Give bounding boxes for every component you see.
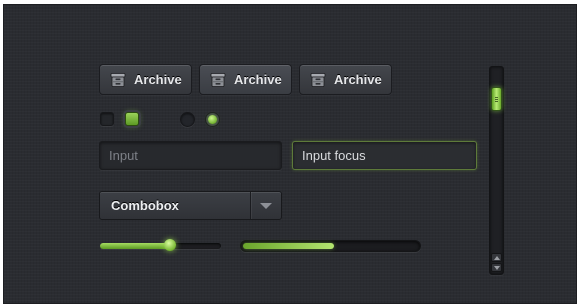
slider[interactable] xyxy=(100,239,221,251)
scrollbar-thumb[interactable] xyxy=(491,86,502,111)
archive-icon xyxy=(110,72,126,87)
ui-kit-panel: Archive Archive Archive Input Input focu… xyxy=(3,4,577,304)
combobox-value: Combobox xyxy=(111,198,179,213)
radio-unselected[interactable] xyxy=(180,112,195,127)
vertical-scrollbar[interactable] xyxy=(489,66,504,275)
archive-button-1[interactable]: Archive xyxy=(99,64,192,95)
archive-button-label: Archive xyxy=(334,72,382,87)
arrow-up-icon xyxy=(493,255,500,260)
text-input-focused[interactable]: Input focus xyxy=(292,141,477,170)
scroll-up-button[interactable] xyxy=(491,253,502,262)
arrow-down-icon xyxy=(493,265,500,270)
scroll-down-button[interactable] xyxy=(491,263,502,272)
checkbox-unchecked[interactable] xyxy=(100,112,114,126)
archive-icon xyxy=(210,72,226,87)
chevron-down-icon xyxy=(260,202,272,209)
combobox[interactable]: Combobox xyxy=(99,191,282,220)
progress-fill xyxy=(243,243,334,249)
archive-icon xyxy=(310,72,326,87)
slider-thumb[interactable] xyxy=(164,239,177,251)
radio-selected[interactable] xyxy=(205,112,220,127)
archive-button-label: Archive xyxy=(134,72,182,87)
slider-fill xyxy=(100,243,171,249)
archive-button-2[interactable]: Archive xyxy=(199,64,292,95)
combobox-dropdown-button[interactable] xyxy=(250,192,281,219)
archive-button-3[interactable]: Archive xyxy=(299,64,392,95)
text-input-value: Input xyxy=(109,148,138,163)
checkbox-checked[interactable] xyxy=(125,112,139,126)
text-input[interactable]: Input xyxy=(99,141,282,170)
progress-bar xyxy=(240,240,421,252)
archive-button-label: Archive xyxy=(234,72,282,87)
text-input-focused-value: Input focus xyxy=(302,148,366,163)
